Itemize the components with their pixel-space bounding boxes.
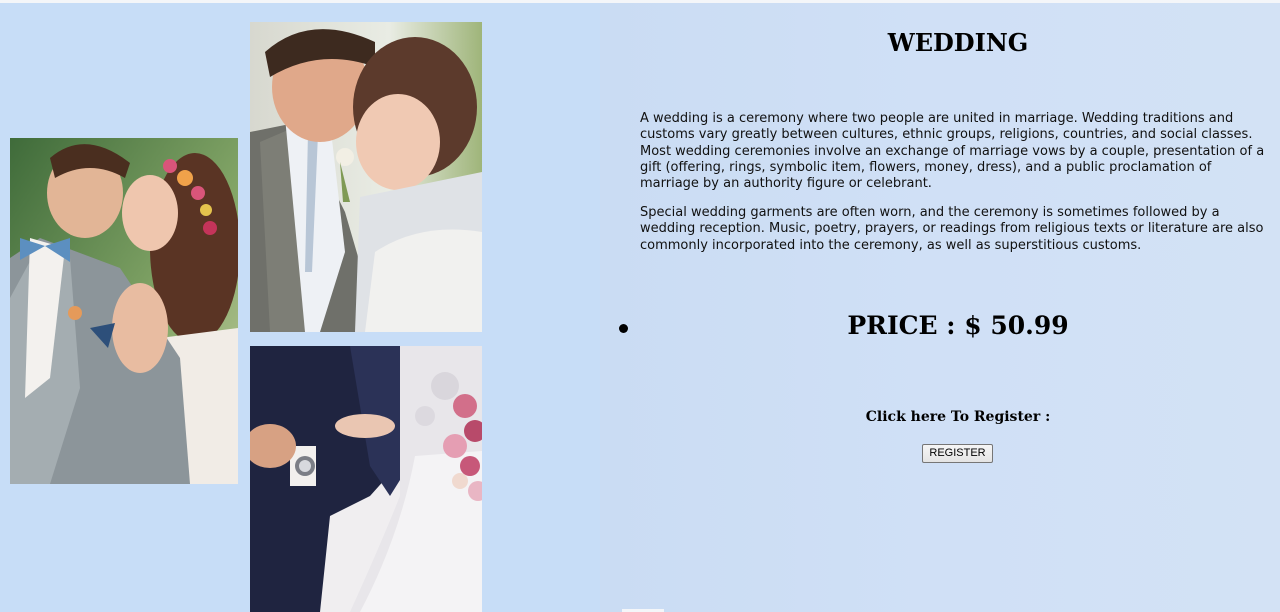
list-bullet [619,324,628,333]
register-button[interactable]: REGISTER [922,444,993,463]
arm-in-arm-bouquet-photo [250,346,482,612]
details-background [600,3,1280,612]
register-prompt: Click here To Register : [865,409,1051,425]
page-title: WEDDING [887,28,1029,57]
couple-embrace-photo [10,138,238,484]
description-paragraph-1: A wedding is a ceremony where two people… [640,111,1265,192]
price-label: PRICE : $ 50.99 [847,311,1069,340]
couple-closeup-photo [250,22,482,332]
description-paragraph-2: Special wedding garments are often worn,… [640,205,1264,253]
